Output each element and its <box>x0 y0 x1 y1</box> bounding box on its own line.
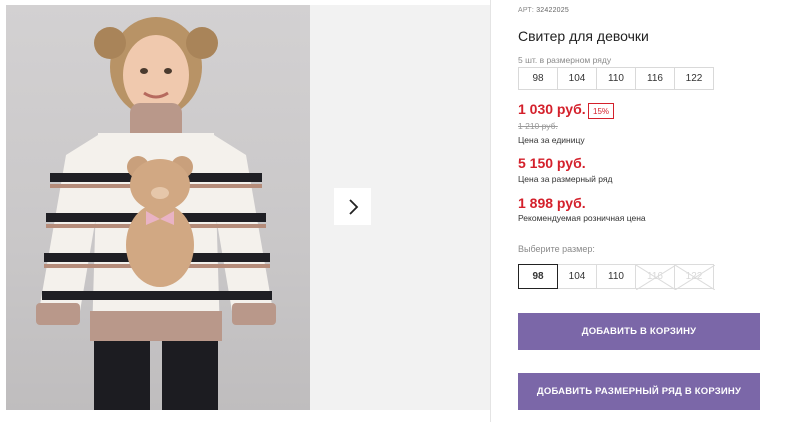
article-value: 32422025 <box>536 7 569 14</box>
old-price: 1 210 руб. <box>518 121 558 131</box>
article-number: АРТ: 32422025 <box>518 7 569 14</box>
size-pack-item: 116 <box>635 67 675 90</box>
retail-price-note: Рекомендуемая розничная цена <box>518 213 646 223</box>
size-pack-item: 98 <box>518 67 558 90</box>
product-title: Свитер для девочки <box>518 28 649 44</box>
product-photo-illustration <box>36 17 276 410</box>
product-gallery <box>6 5 491 410</box>
product-photo[interactable] <box>6 5 310 410</box>
size-pack-caption: 5 шт. в размерном ряду <box>518 55 612 65</box>
chevron-right-icon <box>348 198 358 215</box>
pack-price: 5 150 руб. <box>518 155 586 171</box>
gallery-divider <box>490 0 491 422</box>
unit-price-note: Цена за единицу <box>518 135 585 145</box>
unit-price: 1 030 руб. <box>518 101 586 117</box>
pack-price-note: Цена за размерный ряд <box>518 174 613 184</box>
size-option-98[interactable]: 98 <box>518 264 558 289</box>
size-select-caption: Выберите размер: <box>518 244 595 254</box>
unavailable-cross-icon <box>675 265 715 290</box>
size-option-110[interactable]: 110 <box>596 264 636 289</box>
size-pack-item: 110 <box>596 67 636 90</box>
next-image-button[interactable] <box>334 188 371 225</box>
size-option-116: 116 <box>635 264 676 290</box>
discount-badge: 15% <box>588 103 615 119</box>
add-pack-to-cart-button[interactable]: Добавить размерный ряд в корзину <box>518 373 760 410</box>
size-option-104[interactable]: 104 <box>557 264 597 289</box>
add-to-cart-button[interactable]: Добавить в корзину <box>518 313 760 350</box>
size-pack-item: 122 <box>674 67 714 90</box>
size-selector: 98 104 110 116 122 <box>518 264 715 290</box>
article-prefix: АРТ: <box>518 7 535 14</box>
size-pack-item: 104 <box>557 67 597 90</box>
retail-price: 1 898 руб. <box>518 195 586 211</box>
unavailable-cross-icon <box>636 265 676 290</box>
size-option-122: 122 <box>674 264 715 290</box>
size-pack-list: 98 104 110 116 122 <box>518 67 714 90</box>
